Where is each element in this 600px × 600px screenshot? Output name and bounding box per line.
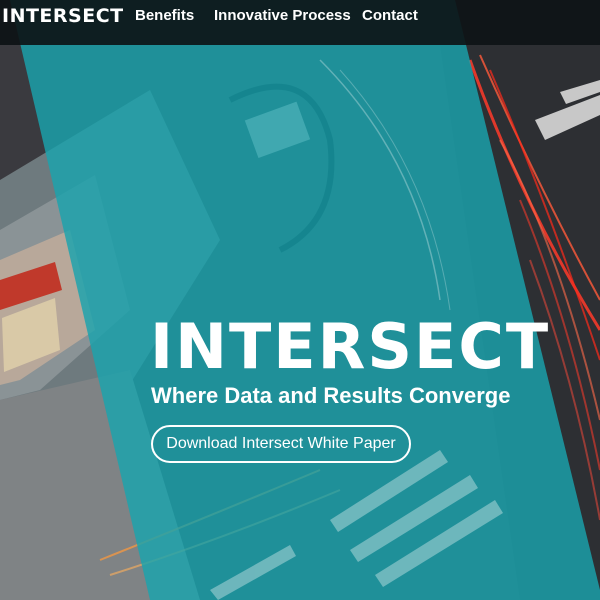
- hero-section: INTERSECT Where Data and Results Converg…: [0, 0, 600, 600]
- hero-logo: INTERSECT: [150, 310, 551, 383]
- nav-link-innovative-process[interactable]: Innovative Process: [214, 7, 351, 24]
- brand-logo[interactable]: INTERSECT: [2, 5, 124, 27]
- page: INTERSECT Benefits Innovative Process Co…: [0, 0, 600, 600]
- nav-link-benefits[interactable]: Benefits: [135, 7, 194, 24]
- nav-link-contact[interactable]: Contact: [362, 7, 418, 24]
- navbar: INTERSECT Benefits Innovative Process Co…: [0, 0, 600, 45]
- hero-tagline: Where Data and Results Converge: [151, 383, 511, 408]
- download-white-paper-button[interactable]: Download Intersect White Paper: [151, 425, 411, 463]
